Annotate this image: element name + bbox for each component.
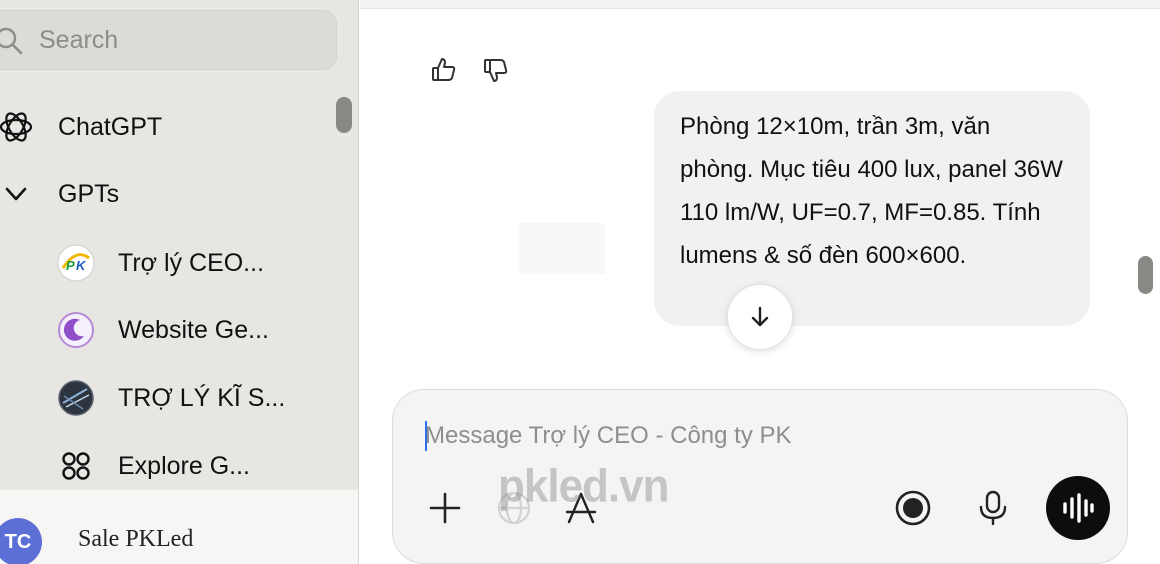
svg-text:K: K xyxy=(76,258,87,273)
chat-scrollbar[interactable] xyxy=(1138,256,1153,294)
sidebar-explore-gpts[interactable]: Explore G... xyxy=(56,442,250,490)
microphone-icon xyxy=(979,490,1007,526)
sidebar-item-gpts[interactable]: GPTs xyxy=(0,170,119,218)
sidebar-item-label: Website Ge... xyxy=(118,315,269,344)
search-input[interactable] xyxy=(39,23,309,57)
plus-icon xyxy=(429,492,461,524)
chevron-down-icon xyxy=(0,174,36,214)
account-section[interactable]: TC Sale PKLed xyxy=(0,490,358,564)
avatar: TC xyxy=(0,518,42,564)
search-box[interactable] xyxy=(0,10,337,70)
sidebar-item-label: Explore G... xyxy=(118,451,250,480)
openai-logo-icon xyxy=(0,107,36,147)
scroll-to-bottom-button[interactable] xyxy=(727,284,793,350)
thumbs-up-icon[interactable] xyxy=(430,56,458,84)
grid-dots-icon xyxy=(56,446,96,486)
thumbs-down-icon[interactable] xyxy=(482,56,510,84)
sidebar-item-label: GPTs xyxy=(58,179,120,208)
crescent-logo-icon xyxy=(56,310,96,350)
user-message-bubble: Phòng 12×10m, trần 3m, văn phòng. Mục ti… xyxy=(654,91,1090,326)
record-icon xyxy=(895,490,931,526)
voice-mode-button[interactable] xyxy=(1046,476,1110,540)
sidebar-gpt-website-generator[interactable]: Website Ge... xyxy=(56,306,269,354)
top-bar xyxy=(360,0,1160,9)
attach-button[interactable] xyxy=(423,486,467,530)
svg-text:P: P xyxy=(66,258,75,273)
arrow-down-icon xyxy=(751,306,769,327)
dictate-button[interactable] xyxy=(971,486,1015,530)
sidebar-item-label: Trợ lý CEO... xyxy=(118,248,265,277)
sidebar: ChatGPT GPTs P K Trợ lý CEO... Web xyxy=(0,0,359,564)
account-name: Sale PKLed xyxy=(78,526,194,552)
sidebar-item-label: ChatGPT xyxy=(58,112,163,141)
message-input[interactable] xyxy=(425,418,1065,454)
chat-main: Phòng 12×10m, trần 3m, văn phòng. Mục ti… xyxy=(360,0,1160,564)
voice-mode-icon xyxy=(1063,493,1094,523)
watermark: pkled.vn xyxy=(498,460,669,513)
record-button[interactable] xyxy=(891,486,935,530)
sidebar-gpt-tro-ly-ki-su[interactable]: TRỢ LÝ KĨ S... xyxy=(56,374,285,422)
pk-logo-icon: P K xyxy=(56,243,96,283)
search-icon xyxy=(0,27,23,55)
image-placeholder xyxy=(519,223,605,274)
sidebar-gpt-tro-ly-ceo[interactable]: P K Trợ lý CEO... xyxy=(56,239,264,287)
globe-avatar-icon xyxy=(56,378,96,418)
sidebar-item-label: TRỢ LÝ KĨ S... xyxy=(118,383,286,412)
sidebar-scrollbar[interactable] xyxy=(336,97,352,133)
user-message-text: Phòng 12×10m, trần 3m, văn phòng. Mục ti… xyxy=(680,113,1063,269)
sidebar-item-chatgpt[interactable]: ChatGPT xyxy=(0,103,162,151)
